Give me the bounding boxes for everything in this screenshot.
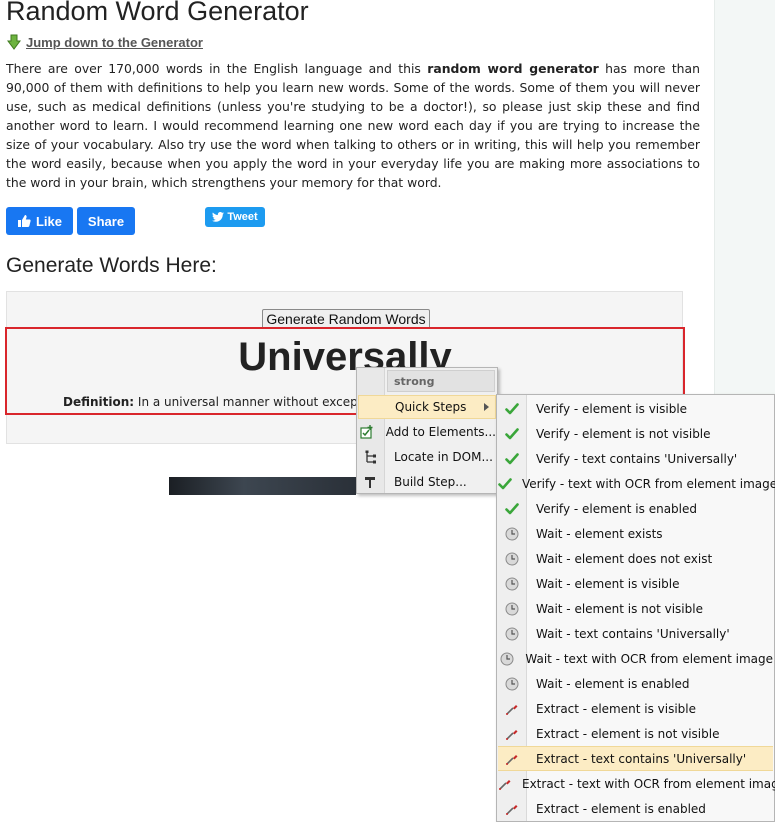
intro-paragraph: There are over 170,000 words in the Engl… (6, 59, 700, 192)
submenu-item-label: Wait - element is not visible (536, 601, 703, 616)
submenu-item[interactable]: Extract - element is visible (498, 696, 773, 721)
submenu-item-label: Verify - element is enabled (536, 501, 697, 516)
submenu-item[interactable]: Extract - element is not visible (498, 721, 773, 746)
definition-line: Definition: In a universal manner withou… (63, 395, 392, 409)
generate-random-words-button[interactable]: Generate Random Words (262, 309, 430, 329)
add-element-icon (358, 425, 376, 439)
submenu-item[interactable]: Extract - element is enabled (498, 796, 773, 821)
facebook-share-button[interactable]: Share (77, 207, 135, 235)
jump-link-row: Jump down to the Generator (6, 32, 203, 52)
pipette-icon (498, 727, 526, 741)
submenu-item-label: Wait - text with OCR from element image (525, 651, 773, 666)
submenu-item[interactable]: Wait - text with OCR from element image (498, 646, 773, 671)
page-title: Random Word Generator (6, 0, 309, 26)
intro-text-suffix: has more than 90,000 of them with defini… (6, 61, 700, 190)
submenu-item-label: Wait - text contains 'Universally' (536, 626, 730, 641)
generated-word[interactable]: Universally (7, 335, 683, 380)
submenu-item[interactable]: Extract - text contains 'Universally' (498, 746, 773, 771)
check-icon (498, 452, 526, 466)
check-icon (498, 502, 526, 516)
submenu-item-label: Verify - element is not visible (536, 426, 711, 441)
pipette-icon (498, 702, 526, 716)
pipette-icon (498, 777, 512, 791)
submenu-item[interactable]: Verify - element is enabled (498, 496, 773, 521)
submenu-item-label: Verify - text contains 'Universally' (536, 451, 738, 466)
submenu-item-label: Extract - element is visible (536, 701, 696, 716)
check-icon (498, 477, 512, 491)
clock-icon (498, 627, 526, 641)
share-label: Share (87, 213, 125, 229)
clock-icon (498, 552, 526, 566)
pipette-icon (498, 752, 526, 766)
submenu-item[interactable]: Verify - element is not visible (498, 421, 773, 446)
submenu-item[interactable]: Wait - element exists (498, 521, 773, 546)
pipette-icon (498, 802, 526, 816)
submenu-item[interactable]: Extract - text with OCR from element ima… (498, 771, 775, 796)
submenu-item[interactable]: Wait - element does not exist (498, 546, 773, 571)
context-menu-header: strong (387, 370, 495, 392)
clock-icon (498, 677, 526, 691)
menu-item-locate-in-dom[interactable]: Locate in DOM... (358, 445, 496, 469)
submenu-item[interactable]: Verify - element is visible (498, 396, 773, 421)
facebook-like-button[interactable]: Like (6, 207, 73, 235)
submenu-item-label: Extract - text contains 'Universally' (536, 751, 747, 766)
submenu-item-label: Wait - element does not exist (536, 551, 713, 566)
submenu-arrow-icon (484, 403, 489, 411)
clock-icon (498, 652, 515, 666)
submenu-item[interactable]: Wait - element is visible (498, 571, 773, 596)
submenu-item[interactable]: Wait - element is not visible (498, 596, 773, 621)
clock-icon (498, 577, 526, 591)
intro-text-prefix: There are over 170,000 words in the Engl… (6, 61, 428, 76)
submenu-item-label: Extract - element is enabled (536, 801, 706, 816)
submenu-item-label: Wait - element is enabled (536, 676, 690, 691)
submenu-item[interactable]: Wait - element is enabled (498, 671, 773, 696)
menu-item-add-to-elements[interactable]: Add to Elements... (358, 420, 496, 444)
submenu-item[interactable]: Wait - text contains 'Universally' (498, 621, 773, 646)
definition-label: Definition: (63, 395, 135, 409)
menu-item-build-step[interactable]: Build Step... (358, 470, 496, 494)
tweet-button[interactable]: Tweet (205, 207, 265, 227)
check-icon (498, 402, 526, 416)
menu-item-label: Add to Elements... (385, 425, 496, 439)
menu-item-label: Locate in DOM... (394, 450, 493, 464)
generator-heading: Generate Words Here: (6, 254, 217, 277)
submenu-item-label: Wait - element exists (536, 526, 663, 541)
menu-item-label: Build Step... (394, 475, 467, 489)
tweet-label: Tweet (227, 211, 258, 223)
submenu-item-label: Verify - text with OCR from element imag… (522, 476, 775, 491)
jump-to-generator-link[interactable]: Jump down to the Generator (26, 35, 203, 50)
menu-item-label: Quick Steps (395, 400, 467, 414)
submenu-item[interactable]: Verify - text contains 'Universally' (498, 446, 773, 471)
submenu-item-label: Extract - element is not visible (536, 726, 720, 741)
hammer-icon (358, 475, 384, 489)
definition-text: In a universal manner without exception … (137, 395, 392, 409)
down-arrow-icon (7, 34, 21, 50)
menu-item-quick-steps[interactable]: Quick Steps (358, 395, 496, 419)
like-label: Like (35, 213, 62, 229)
submenu-item-label: Wait - element is visible (536, 576, 680, 591)
submenu-item-label: Extract - text with OCR from element ima… (522, 776, 775, 791)
submenu-item[interactable]: Verify - text with OCR from element imag… (498, 471, 775, 496)
intro-text-bold: random word generator (427, 61, 599, 76)
clock-icon (498, 527, 526, 541)
submenu-item-label: Verify - element is visible (536, 401, 688, 416)
article-image (169, 477, 356, 495)
quick-steps-submenu: Verify - element is visible Verify - elem… (496, 394, 775, 822)
tree-icon (358, 450, 384, 464)
check-icon (498, 427, 526, 441)
thumbs-up-icon (17, 215, 31, 227)
clock-icon (498, 602, 526, 616)
social-buttons: Like Share Tweet (6, 207, 706, 235)
twitter-bird-icon (212, 212, 225, 222)
context-menu: strong Quick Steps Add to Elements... Lo… (356, 367, 498, 494)
